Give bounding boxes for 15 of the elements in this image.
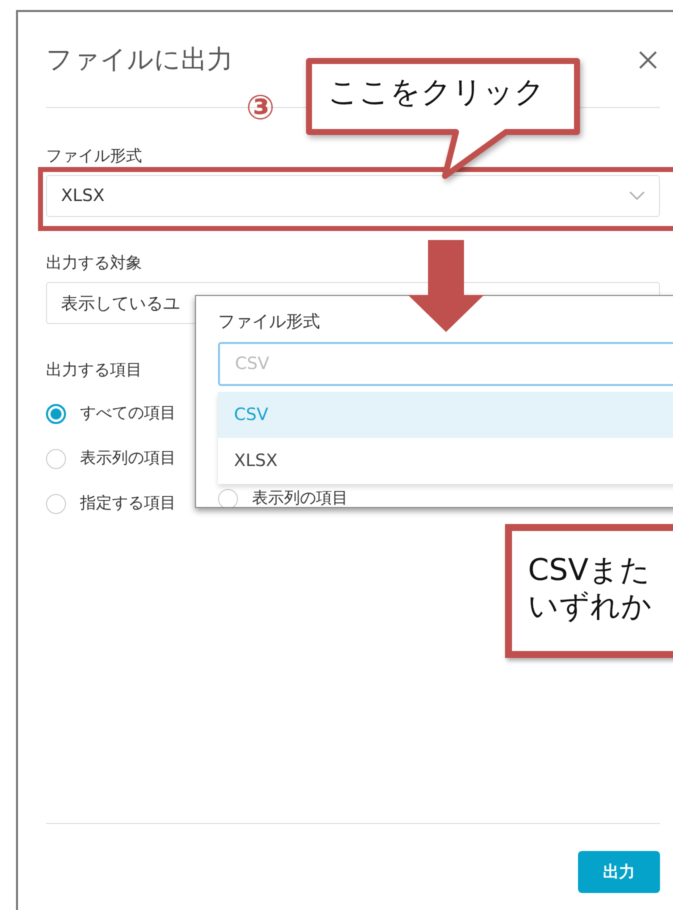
radio-label: 指定する項目 (80, 493, 176, 514)
dialog-title: ファイルに出力 (46, 44, 233, 77)
select-value: XLSX (61, 186, 105, 206)
note-text: CSVまた (528, 553, 651, 589)
radio-label: 表示列の項目 (252, 488, 348, 507)
callout-text: ここをクリック (328, 74, 545, 112)
field-label: 出力する項目 (46, 360, 142, 381)
field-label: ファイル形式 (218, 311, 321, 334)
step-number: ③ (246, 88, 275, 128)
field-label: ファイル形式 (46, 146, 142, 167)
field-label: 出力する対象 (46, 253, 142, 274)
note-text: いずれか (528, 589, 652, 625)
select-value: 表示しているユ (61, 292, 180, 314)
radio-label: 表示列の項目 (80, 448, 176, 469)
radio-label: すべての項目 (80, 403, 176, 424)
